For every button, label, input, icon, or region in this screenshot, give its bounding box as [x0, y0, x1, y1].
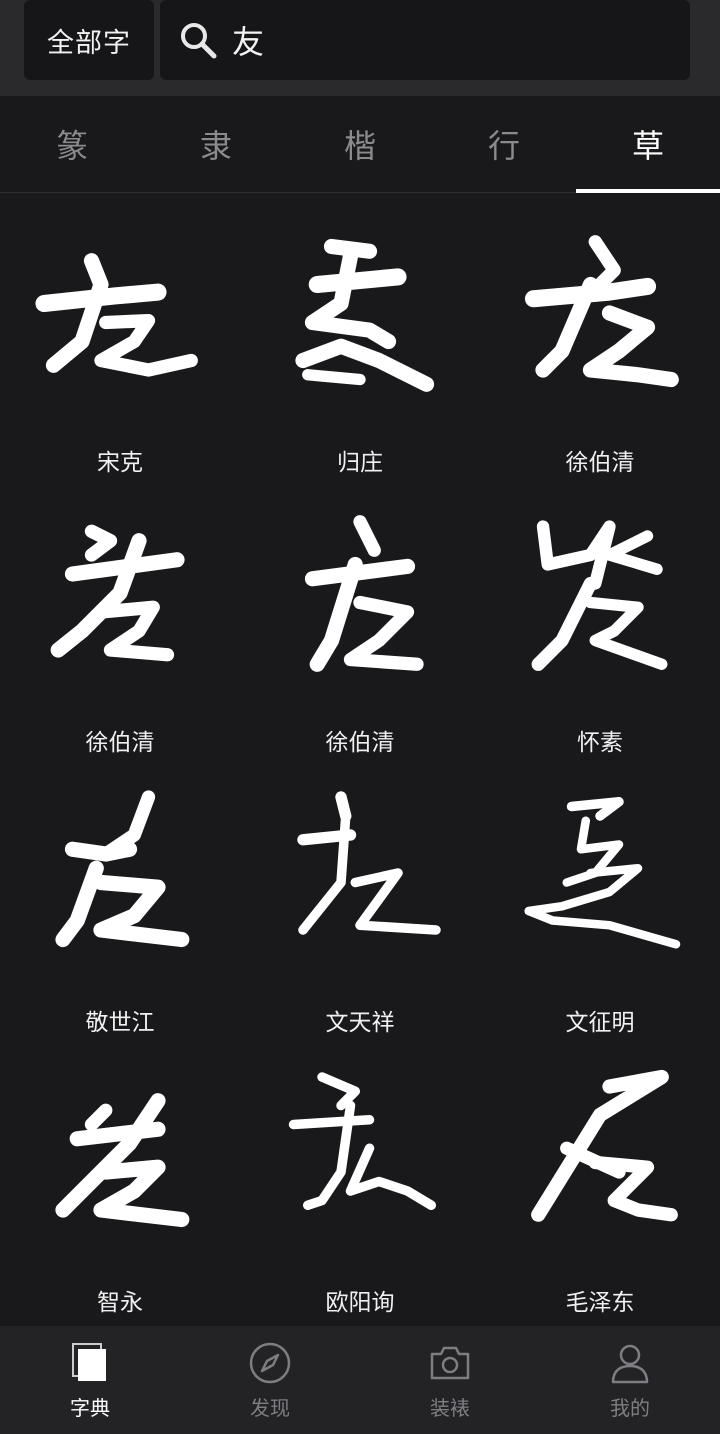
compass-icon	[249, 1342, 291, 1383]
nav-label: 装裱	[430, 1395, 470, 1420]
calligrapher-name: 怀素	[577, 730, 623, 756]
calligraphy-card[interactable]: 文天祥	[240, 753, 480, 1036]
calligraphy-glyph	[260, 773, 460, 973]
calligrapher-name: 徐伯清	[325, 730, 395, 756]
calligraphy-glyph	[500, 1053, 700, 1253]
calligraphy-grid: 宋克 归庄 徐伯清 徐伯清 徐伯清 怀素 敬世江 文天祥 文征明 智永 欧阳询 …	[0, 193, 720, 1326]
calligraphy-card[interactable]: 文征明	[480, 753, 720, 1036]
calligraphy-glyph	[20, 213, 220, 413]
calligrapher-name: 归庄	[337, 450, 383, 476]
script-tabs: 篆 隶 楷 行 草	[0, 96, 720, 193]
calligraphy-card[interactable]: 徐伯清	[240, 473, 480, 756]
calligrapher-name: 文天祥	[325, 1010, 395, 1036]
calligraphy-card[interactable]: 徐伯清	[480, 193, 720, 476]
calligraphy-card[interactable]: 欧阳询	[240, 1033, 480, 1316]
calligraphy-card[interactable]: 毛泽东	[480, 1033, 720, 1316]
scope-button[interactable]: 全部字	[24, 0, 154, 80]
calligrapher-name: 文征明	[565, 1010, 635, 1036]
calligraphy-glyph	[500, 493, 700, 693]
profile-icon	[611, 1344, 649, 1383]
search-input[interactable]	[230, 20, 654, 60]
calligrapher-name: 徐伯清	[85, 730, 155, 756]
calligrapher-name: 智永	[97, 1290, 143, 1316]
calligrapher-name: 欧阳询	[325, 1290, 395, 1316]
nav-profile[interactable]: 我的	[540, 1326, 720, 1434]
calligrapher-name: 敬世江	[85, 1010, 155, 1036]
tab-regular-script[interactable]: 楷	[288, 96, 432, 192]
calligraphy-card[interactable]: 宋克	[0, 193, 240, 476]
calligraphy-card[interactable]: 归庄	[240, 193, 480, 476]
tab-cursive-script[interactable]: 草	[576, 96, 720, 193]
nav-label: 发现	[250, 1395, 290, 1420]
calligrapher-name: 徐伯清	[565, 450, 635, 476]
calligraphy-card[interactable]: 敬世江	[0, 753, 240, 1036]
calligraphy-glyph	[20, 773, 220, 973]
camera-icon	[430, 1346, 470, 1379]
calligraphy-glyph	[20, 493, 220, 693]
calligrapher-name: 毛泽东	[565, 1290, 635, 1316]
calligraphy-glyph	[500, 213, 700, 413]
calligraphy-card[interactable]: 智永	[0, 1033, 240, 1316]
calligraphy-card[interactable]: 怀素	[480, 473, 720, 756]
nav-label: 我的	[610, 1395, 650, 1420]
bottom-navigation: 字典 发现 装裱 我的	[0, 1326, 720, 1434]
search-icon	[181, 23, 217, 59]
calligraphy-card[interactable]: 徐伯清	[0, 473, 240, 756]
calligraphy-glyph	[260, 1053, 460, 1253]
calligraphy-glyph	[500, 773, 700, 973]
tab-running-script[interactable]: 行	[432, 96, 576, 192]
tab-clerical-script[interactable]: 隶	[144, 96, 288, 192]
calligrapher-name: 宋克	[97, 450, 143, 476]
nav-dictionary[interactable]: 字典	[0, 1326, 180, 1434]
nav-discover[interactable]: 发现	[180, 1326, 360, 1434]
calligraphy-glyph	[260, 213, 460, 413]
calligraphy-glyph	[260, 493, 460, 693]
nav-mount[interactable]: 装裱	[360, 1326, 540, 1434]
nav-label: 字典	[70, 1395, 110, 1420]
dictionary-icon	[72, 1342, 106, 1381]
search-box[interactable]	[160, 0, 690, 80]
calligraphy-glyph	[20, 1053, 220, 1253]
tab-seal-script[interactable]: 篆	[0, 96, 144, 192]
search-header: 全部字	[0, 0, 720, 96]
